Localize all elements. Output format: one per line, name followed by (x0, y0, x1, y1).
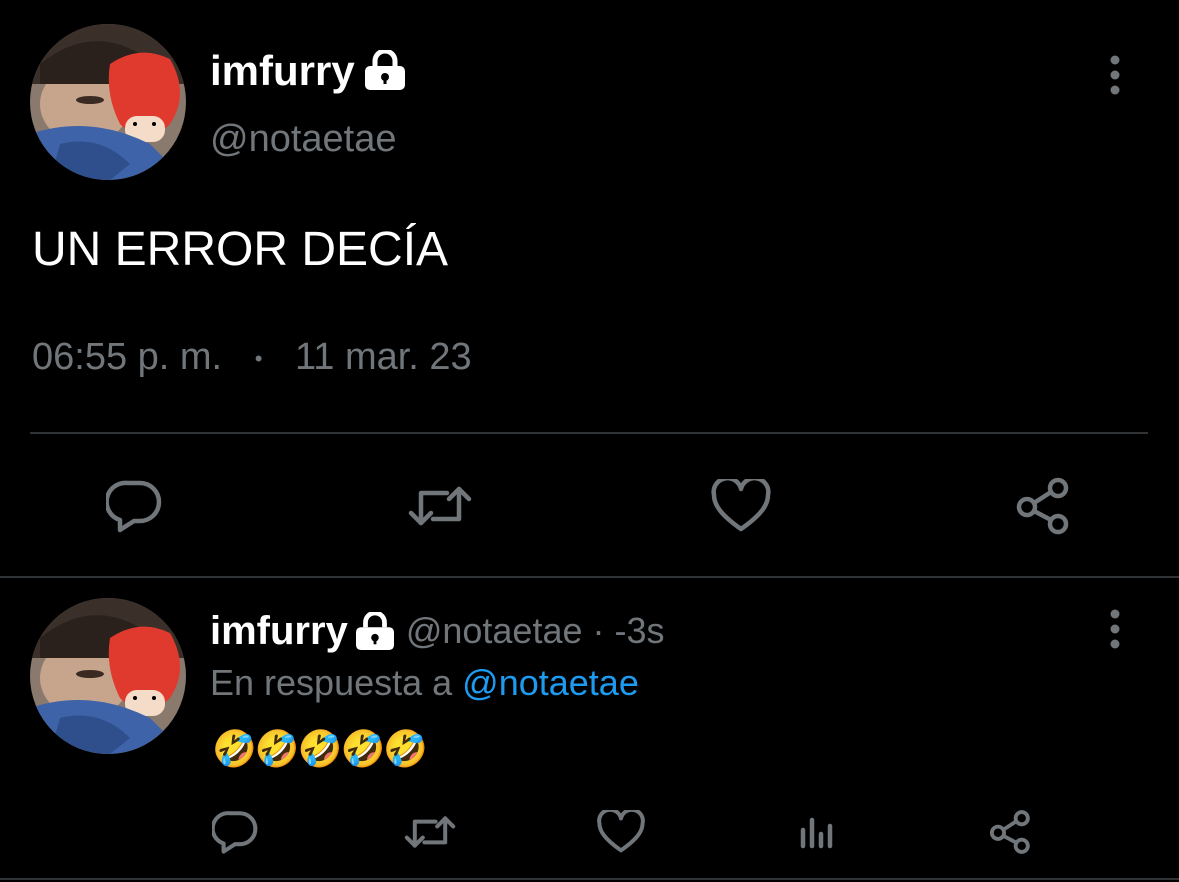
reply-age: · -3s (592, 610, 665, 651)
display-name[interactable]: imfurry (210, 46, 355, 96)
tweet-time: 06:55 p. m. (32, 336, 223, 378)
share-icon (1016, 477, 1069, 535)
tweet-date: 11 mar. 23 (294, 336, 472, 378)
reply-reply-button[interactable] (210, 808, 260, 856)
retweet-button[interactable] (404, 476, 476, 536)
tweet-timestamp[interactable]: 06:55 p. m. • 11 mar. 23 (32, 334, 472, 382)
share-icon (989, 810, 1030, 854)
tweet-text: UN ERROR DECÍA (32, 223, 449, 276)
reply-like-button[interactable] (596, 808, 646, 856)
retweet-icon (408, 486, 472, 526)
lock-icon (363, 48, 407, 90)
reply-header: imfurry @notaetae · -3s (210, 608, 665, 654)
reply-button[interactable] (100, 476, 168, 536)
like-button[interactable] (708, 476, 774, 536)
reply-text: 🤣🤣🤣🤣🤣 (212, 728, 428, 769)
handle[interactable]: @notaetae (210, 116, 397, 162)
in-reply-to: En respuesta a @notaetae (210, 660, 639, 706)
reply-icon (106, 480, 162, 533)
reply-analytics-button[interactable] (794, 808, 840, 856)
avatar[interactable] (30, 24, 186, 180)
reply-share-button[interactable] (986, 808, 1036, 856)
reply-retweet-button[interactable] (402, 808, 458, 856)
share-button[interactable] (1012, 476, 1076, 536)
reply-icon (212, 811, 258, 854)
reply-display-name[interactable]: imfurry (210, 609, 348, 654)
retweet-icon (404, 816, 456, 848)
reply-more-options-icon[interactable] (1100, 606, 1130, 652)
reply-handle[interactable]: @notaetae (406, 610, 583, 652)
like-icon (597, 810, 645, 853)
bottom-separator (0, 878, 1179, 880)
tweet-separator (0, 576, 1179, 578)
analytics-icon (800, 817, 833, 849)
timestamp-separator: • (254, 345, 263, 371)
reply-avatar[interactable] (30, 598, 186, 754)
in-reply-prefix: En respuesta a (210, 662, 453, 703)
divider (30, 432, 1148, 434)
more-options-icon[interactable] (1100, 52, 1130, 98)
in-reply-handle-link[interactable]: @notaetae (462, 662, 639, 703)
like-icon (711, 479, 771, 532)
lock-icon (355, 612, 394, 650)
